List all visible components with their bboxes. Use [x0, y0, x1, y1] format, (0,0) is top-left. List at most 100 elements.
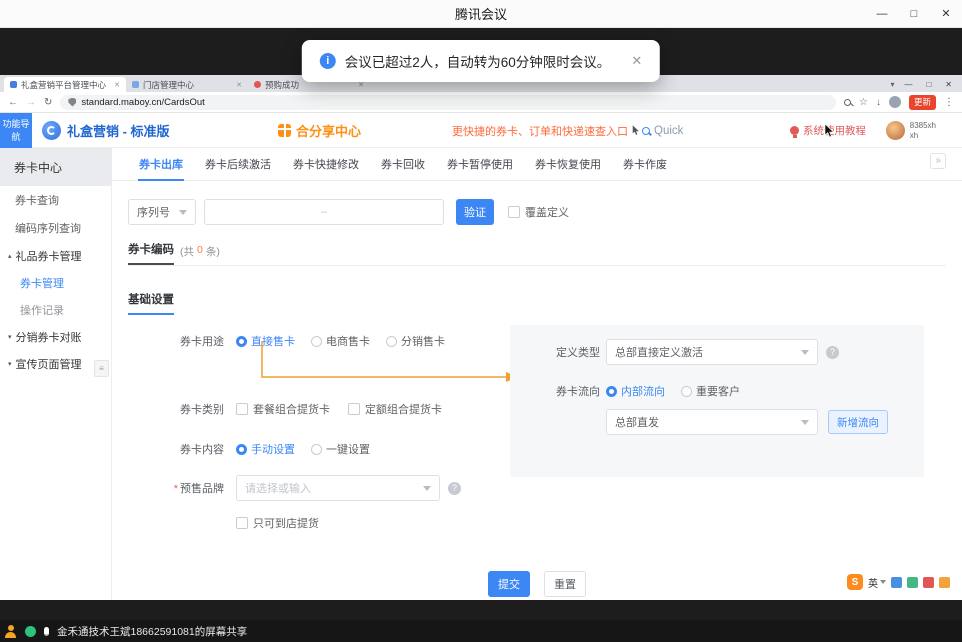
browser-menu-icon[interactable]: ⋮ [944, 97, 954, 108]
radio-icon [236, 444, 247, 455]
settings-icon[interactable] [939, 577, 950, 588]
speaker-icon[interactable] [891, 577, 902, 588]
sidebar-item-card-query[interactable]: 券卡查询 [0, 186, 111, 214]
serial-type-select[interactable]: 序列号 [128, 199, 196, 225]
tab-list-icon[interactable]: ▾ [890, 80, 894, 89]
tab-card-resume[interactable]: 券卡恢复使用 [524, 148, 612, 180]
attendee-icon[interactable] [4, 625, 17, 638]
radio-manual-setting[interactable]: 手动设置 [236, 441, 295, 457]
microphone-icon[interactable] [44, 627, 49, 636]
sidebar-item-card-mgmt[interactable]: 券卡管理 [0, 269, 111, 296]
tab-card-followup-activate[interactable]: 券卡后续激活 [194, 148, 282, 180]
site-security-icon[interactable] [68, 98, 76, 107]
add-flow-button[interactable]: 新增流向 [828, 410, 888, 434]
search-icon [642, 127, 650, 135]
checkbox-label: 只可到店提货 [253, 515, 319, 531]
mouse-cursor-icon [824, 124, 835, 138]
sidebar-group-label: 礼品券卡管理 [16, 248, 82, 264]
forward-icon[interactable]: → [26, 97, 36, 108]
nav-toggle-button[interactable]: 功能导航 [0, 113, 32, 148]
tab-close-icon[interactable]: ✕ [114, 81, 120, 89]
browser-profile-avatar[interactable] [889, 96, 901, 108]
define-type-label: 定义类型 [510, 344, 600, 360]
browser-window: 礼盒营销平台管理中心 ✕ 门店管理中心 ✕ 预购成功 ✕ ▾ — □ ✕ [0, 75, 962, 600]
tab-card-outbound[interactable]: 券卡出库 [128, 148, 194, 180]
radio-important-customer[interactable]: 重要客户 [681, 383, 740, 399]
flow-connector-arrow [252, 341, 520, 385]
sidebar-group-distribution-account[interactable]: ▾ 分销券卡对账 [0, 323, 111, 350]
help-icon[interactable]: ? [826, 346, 839, 359]
radio-one-click-setting[interactable]: 一键设置 [311, 441, 370, 457]
browser-tab-active[interactable]: 礼盒营销平台管理中心 ✕ [4, 77, 126, 92]
radio-icon [311, 444, 322, 455]
sidebar-item-operation-log[interactable]: 操作记录 [0, 296, 111, 323]
panel-collapse-button[interactable]: » [930, 153, 946, 169]
maximize-button[interactable]: □ [898, 0, 930, 27]
brand-select[interactable]: 请选择或输入 [236, 475, 440, 501]
quick-search[interactable]: Quick [642, 113, 683, 148]
user-profile[interactable]: 8385xh xh [886, 113, 936, 148]
sidebar: 券卡中心 券卡查询 编码序列查询 ▴ 礼品券卡管理 券卡管理 操作记录 ▾ 分销… [0, 148, 112, 600]
radio-label: 内部流向 [621, 383, 665, 399]
minimize-button[interactable]: — [866, 0, 898, 27]
share-center-link[interactable]: 合分享中心 [278, 113, 361, 148]
bookmark-star-icon[interactable]: ☆ [859, 97, 868, 108]
radio-internal-flow[interactable]: 内部流向 [606, 383, 665, 399]
translator-logo-icon[interactable]: S [847, 574, 863, 590]
back-icon[interactable]: ← [8, 97, 18, 108]
browser-window-controls: — □ ✕ [904, 80, 952, 89]
section-header: 基础设置 [128, 290, 946, 315]
address-input[interactable]: standard.maboy.cn/CardsOut [60, 95, 836, 110]
store-only-row: 只可到店提货 [236, 515, 337, 531]
pin-icon[interactable] [923, 577, 934, 588]
caret-up-icon: ▴ [8, 252, 12, 260]
brand-name: 礼盒营销 - 标准版 [67, 121, 170, 140]
checkbox-store-pickup-only[interactable]: 只可到店提货 [236, 515, 319, 531]
overwrite-checkbox[interactable]: 覆盖定义 [508, 204, 569, 220]
translator-language-select[interactable]: 英 [868, 575, 886, 590]
checkbox-fixed-combo-card[interactable]: 定额组合提货卡 [348, 401, 442, 417]
close-button[interactable]: ✕ [930, 0, 962, 27]
download-icon[interactable]: ↓ [876, 97, 881, 108]
chevron-down-icon [801, 350, 809, 355]
brand-label-text: 预售品牌 [180, 483, 224, 495]
reload-icon[interactable]: ↻ [44, 97, 52, 108]
browser-tab[interactable]: 门店管理中心 ✕ [126, 77, 248, 92]
tab-close-icon[interactable]: ✕ [236, 81, 242, 89]
tab-card-void[interactable]: 券卡作废 [612, 148, 678, 180]
reset-button[interactable]: 重置 [544, 571, 586, 597]
radio-icon [236, 336, 247, 347]
caret-down-icon: ▾ [8, 333, 12, 341]
chevron-down-icon [179, 210, 187, 215]
zoom-icon[interactable] [844, 99, 851, 106]
page-body: 券卡中心 券卡查询 编码序列查询 ▴ 礼品券卡管理 券卡管理 操作记录 ▾ 分销… [0, 148, 962, 600]
sidebar-collapse-handle[interactable]: ≡ [94, 360, 109, 377]
define-type-row: 定义类型 总部直接定义激活 ? [510, 339, 839, 365]
sidebar-item-code-sequence-query[interactable]: 编码序列查询 [0, 214, 111, 242]
toast-close-icon[interactable]: ✕ [631, 53, 642, 69]
meeting-toast: i 会议已超过2人，自动转为60分钟限时会议。 ✕ [302, 40, 660, 82]
sidebar-group-gift-card-mgmt[interactable]: ▴ 礼品券卡管理 [0, 242, 111, 269]
verify-button[interactable]: 验证 [456, 199, 494, 225]
browser-maximize-icon[interactable]: □ [926, 80, 931, 89]
flow-select[interactable]: 总部直发 [606, 409, 818, 435]
checkbox-package-combo-card[interactable]: 套餐组合提货卡 [236, 401, 330, 417]
brand-placeholder: 请选择或输入 [245, 480, 311, 496]
usage-label: 券卡用途 [112, 333, 224, 349]
serial-range-input[interactable]: – [204, 199, 444, 225]
update-button[interactable]: 更新 [909, 95, 936, 110]
help-icon[interactable]: ? [448, 482, 461, 495]
chevron-down-icon [423, 486, 431, 491]
define-type-select[interactable]: 总部直接定义激活 [606, 339, 818, 365]
checkbox-icon [236, 517, 248, 529]
tab-card-recycle[interactable]: 券卡回收 [370, 148, 436, 180]
browser-minimize-icon[interactable]: — [904, 80, 912, 89]
promo-link[interactable]: 更快捷的券卡、订单和快递速查入口 [452, 113, 640, 148]
tab-card-suspend[interactable]: 券卡暂停使用 [436, 148, 524, 180]
copy-icon[interactable] [907, 577, 918, 588]
radio-icon [606, 386, 617, 397]
tab-card-quick-edit[interactable]: 券卡快捷修改 [282, 148, 370, 180]
browser-close-icon[interactable]: ✕ [945, 80, 952, 89]
submit-button[interactable]: 提交 [488, 571, 530, 597]
tab-favicon-icon [254, 81, 261, 88]
